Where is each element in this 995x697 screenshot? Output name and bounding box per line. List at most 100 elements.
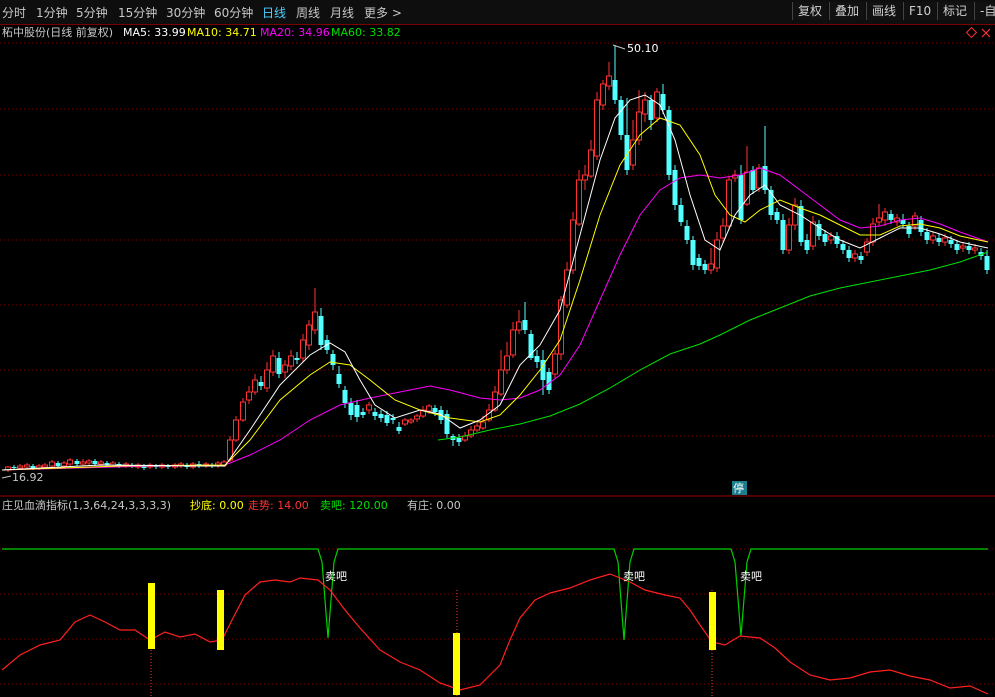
- ma20-label: MA20: 34.96: [260, 26, 330, 39]
- candle: [600, 80, 606, 110]
- ma5-label: MA5: 33.99: [123, 26, 186, 39]
- candle-body: [318, 316, 324, 345]
- candle-body: [846, 250, 852, 258]
- kline-chart[interactable]: 柘中股份(日线 前复权) MA5: 33.99 MA10: 34.71 MA20…: [0, 24, 995, 697]
- candle-body: [552, 353, 558, 375]
- candle-body: [264, 369, 270, 389]
- candle-body: [24, 464, 30, 468]
- candle-body: [810, 221, 816, 247]
- candle: [984, 250, 990, 274]
- candle-body: [648, 100, 654, 120]
- candle-body: [366, 404, 372, 411]
- candle: [792, 198, 798, 230]
- candle-body: [288, 355, 294, 367]
- candle-body: [840, 244, 846, 250]
- sell-signal-labels: 卖吧 卖吧 卖吧: [325, 570, 762, 583]
- candle-body: [504, 355, 510, 371]
- candle-body: [306, 324, 312, 346]
- candle-body: [858, 256, 864, 260]
- diamond-icon[interactable]: [965, 26, 978, 39]
- candle-body: [984, 256, 990, 270]
- candle: [666, 106, 672, 180]
- candle: [312, 288, 318, 334]
- watchlist-button[interactable]: -自选: [974, 2, 995, 20]
- candle: [450, 434, 456, 446]
- tab-30min[interactable]: 30分钟: [166, 4, 205, 21]
- candle-body: [233, 419, 239, 441]
- candle: [318, 308, 324, 350]
- close-icon[interactable]: [981, 28, 991, 38]
- candle-body: [798, 206, 804, 242]
- candle: [402, 418, 408, 426]
- mark-button[interactable]: 标记: [937, 2, 973, 20]
- candle: [378, 410, 384, 422]
- candle: [798, 200, 804, 246]
- candle-body: [672, 170, 678, 205]
- candle-body: [17, 465, 23, 469]
- candle-body: [360, 412, 366, 415]
- candle-body: [918, 220, 924, 232]
- candle: [141, 464, 147, 470]
- adjust-button[interactable]: 复权: [792, 2, 828, 20]
- sell-label: 卖吧: [740, 570, 762, 583]
- candle: [80, 459, 86, 466]
- candle: [233, 416, 239, 442]
- candle-body: [246, 391, 252, 401]
- candle-body: [456, 438, 462, 442]
- high-price-marker: 50.10: [612, 42, 659, 55]
- candle-body: [942, 237, 948, 243]
- candle: [534, 350, 540, 368]
- candle: [372, 408, 378, 420]
- candle-body: [342, 390, 348, 403]
- ma10-line: [1, 117, 989, 471]
- tab-15min[interactable]: 15分钟: [118, 4, 157, 21]
- indicator-trend-label: 走势: 14.00: [248, 499, 309, 512]
- tab-more[interactable]: 更多 >: [364, 4, 402, 21]
- tab-60min[interactable]: 60分钟: [214, 4, 253, 21]
- candle-body: [576, 179, 582, 225]
- tab-daily[interactable]: 日线: [262, 4, 286, 21]
- f10-button[interactable]: F10: [903, 2, 937, 20]
- candle-body: [678, 205, 684, 222]
- candle-body: [600, 83, 606, 106]
- tab-monthly[interactable]: 月线: [330, 4, 354, 21]
- candle-body: [67, 459, 73, 465]
- candle: [414, 414, 420, 422]
- candle-body: [750, 170, 756, 190]
- ma60-label: MA60: 33.82: [331, 26, 401, 39]
- candle: [49, 460, 55, 468]
- candle-body: [49, 461, 55, 467]
- candle-body: [588, 149, 594, 177]
- candle: [252, 374, 258, 395]
- candle: [264, 362, 270, 392]
- candle: [576, 170, 582, 226]
- candle-body: [426, 405, 432, 412]
- candle: [74, 459, 80, 466]
- candle: [336, 366, 342, 388]
- tab-1min[interactable]: 1分钟: [36, 4, 68, 21]
- candle: [606, 62, 612, 90]
- bottom-signal-guides: [150, 590, 713, 697]
- candle-body: [92, 461, 98, 464]
- tab-timeshare[interactable]: 分时: [2, 4, 26, 21]
- tab-5min[interactable]: 5分钟: [76, 4, 108, 21]
- indicator-title: 庄见血滴指标(1,3,64,24,3,3,3,3): [2, 498, 171, 512]
- candle-body: [684, 226, 690, 240]
- candle-body: [594, 99, 600, 157]
- overlay-button[interactable]: 叠加: [829, 2, 865, 20]
- candle-body: [534, 356, 540, 362]
- candle-body: [774, 212, 780, 220]
- candle: [876, 204, 882, 226]
- tab-weekly[interactable]: 周线: [296, 4, 320, 21]
- candle: [852, 250, 858, 262]
- indicator-zhuang-label: 有庄: 0.00: [407, 498, 461, 512]
- draw-button[interactable]: 画线: [866, 2, 902, 20]
- candle: [588, 140, 594, 178]
- candle: [954, 240, 960, 254]
- candle-body: [612, 80, 618, 100]
- candle-body: [432, 408, 438, 412]
- candle: [702, 260, 708, 274]
- candle: [696, 254, 702, 270]
- bottom-signal-bar: [217, 590, 224, 650]
- candle-body: [966, 246, 972, 250]
